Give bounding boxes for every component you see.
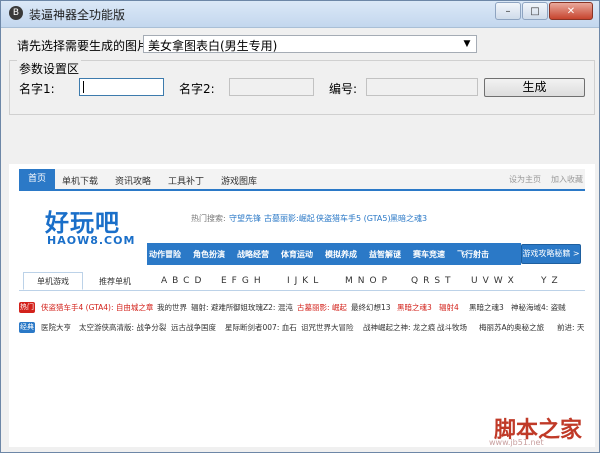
preview-category: 动作冒险 (149, 250, 181, 259)
preview-category: 角色扮演 (193, 250, 225, 259)
preview-letter-group: UVWX (471, 276, 519, 286)
preview-hot-link: 古墓丽影:崛起 (264, 214, 315, 223)
preview-tabs: 单机游戏 推荐单机 ABCD EFGH IJKL MNOP QRST UVWX … (19, 272, 585, 291)
text-caret (83, 81, 84, 93)
image-select[interactable]: 美女拿图表白(男生专用) ▼ (143, 35, 477, 53)
preview-game-link: 远古战争国度 (171, 323, 216, 332)
preview-nav-news: 资讯攻略 (115, 177, 152, 187)
preview-hot-link: 黑暗之魂3 (390, 214, 428, 223)
preview-game-link: 前进: 天 (557, 323, 585, 332)
app-window: B 装逼神器全功能版 – □ ✕ 请先选择需要生成的图片: 美女拿图表白(男生专… (0, 0, 600, 453)
preview-tab-recommend: 推荐单机 (99, 277, 131, 286)
preview-letter-group: EFGH (221, 276, 266, 286)
maximize-icon[interactable]: □ (522, 2, 548, 20)
window-controls: – □ ✕ (494, 2, 593, 20)
name1-field[interactable] (79, 78, 164, 96)
preview-logo: 好玩吧 (45, 209, 120, 237)
preview-navbar: 首页 单机下载 资讯攻略 工具补丁 游戏图库 设为主页 加入收藏 (19, 169, 585, 191)
close-icon[interactable]: ✕ (549, 2, 593, 20)
preview-game-link: 诅咒世界大冒险 (301, 323, 354, 332)
preview-letter-group: YZ (541, 276, 563, 286)
preview-category: 体育运动 (281, 250, 313, 259)
preview-letter-group: MNOP (345, 276, 393, 286)
app-icon: B (9, 6, 23, 20)
preview-game-link: 星际断剑者007: 血石 (225, 323, 297, 332)
preview-game-link: 战斗牧场 (437, 323, 467, 332)
preview-category: 战略经营 (237, 250, 269, 259)
name2-label: 名字2: (179, 82, 215, 96)
preview-hot-link: 守望先锋 (229, 214, 261, 223)
preview-game-link: 辐射: 避难所 (191, 303, 234, 312)
preview-hot-row: 热门 侠盗猎车手4 (GTA4): 自由城之章 我的世界 辐射: 避难所 御姐玫… (19, 301, 585, 315)
preview-category: 飞行射击 (457, 250, 489, 259)
preview-nav-home: 首页 (19, 169, 55, 189)
window-title: 装逼神器全功能版 (29, 8, 126, 22)
preview-logo-sub: HAOW8.COM (47, 234, 136, 247)
minimize-icon[interactable]: – (495, 2, 521, 20)
preview-game-link: 梅丽苏A的奥秘之旅 (479, 323, 545, 332)
name2-field[interactable] (229, 78, 314, 96)
preview-classic-row: 经典 医院大亨 太空游侠高清版: 战争分裂 远古战争国度 星际断剑者007: 血… (19, 321, 585, 335)
preview-nav-homepage: 设为主页 (509, 175, 541, 184)
preview-game-link: 御姐玫瑰Z2: 混沌 (233, 303, 293, 312)
number-label: 编号: (329, 82, 358, 96)
preview-game-link: 我的世界 (157, 303, 187, 312)
preview-category: 模拟养成 (325, 250, 357, 259)
watermark-url: www.jb51.net (489, 438, 544, 447)
preview-game-link: 侠盗猎车手4 (GTA4): 自由城之章 (41, 303, 154, 312)
preview-hot-badge: 热门 (19, 302, 35, 313)
preview-nav-download: 单机下载 (62, 177, 99, 187)
preview-nav-tools: 工具补丁 (168, 177, 205, 187)
preview-game-link: 黑暗之魂3 (397, 303, 432, 312)
preview-nav-gallery: 游戏图库 (221, 177, 258, 187)
preview-tab-single: 单机游戏 (23, 272, 83, 290)
preview-game-link: 战神崛起之神: 龙之痕 (363, 323, 436, 332)
preview-game-link: 医院大亨 (41, 323, 71, 332)
preview-game-link: 最终幻想13 (351, 303, 391, 312)
preview-letter-group: QRST (411, 276, 456, 286)
title-bar: B 装逼神器全功能版 – □ ✕ (1, 1, 599, 28)
preview-image: 首页 单机下载 资讯攻略 工具补丁 游戏图库 设为主页 加入收藏 好玩吧 HAO… (9, 164, 595, 447)
generate-button[interactable]: 生成 (484, 78, 585, 97)
param-group-title: 参数设置区 (17, 60, 82, 77)
image-select-value: 美女拿图表白(男生专用) (148, 39, 278, 53)
preview-game-link: 神秘海域4: 盗贼 (511, 303, 566, 312)
preview-game-link: 辐射4 (439, 303, 459, 312)
preview-guide-button: 游戏攻略秘籍 > (521, 244, 581, 264)
chevron-down-icon[interactable]: ▼ (460, 37, 474, 51)
preview-category: 益智解谜 (369, 250, 401, 259)
preview-category: 赛车竞速 (413, 250, 445, 259)
preview-classic-badge: 经典 (19, 322, 35, 333)
preview-hot-link: 侠盗猎车手5 (GTA5) (316, 214, 391, 223)
name1-label: 名字1: (19, 82, 55, 96)
preview-letter-group: ABCD (161, 276, 207, 286)
preview-game-link: 黑暗之魂3 (469, 303, 504, 312)
image-select-label: 请先选择需要生成的图片: (17, 39, 154, 53)
preview-nav-favorite: 加入收藏 (551, 175, 583, 184)
preview-category-bar: 动作冒险 角色扮演 战略经营 体育运动 模拟养成 益智解谜 赛车竞速 飞行射击 (147, 243, 521, 265)
preview-hot-label: 热门搜索: (191, 214, 226, 223)
preview-letter-group: IJKL (287, 276, 324, 286)
preview-game-link: 太空游侠高清版: 战争分裂 (79, 323, 167, 332)
number-field[interactable] (366, 78, 478, 96)
preview-game-link: 古墓丽影: 崛起 (297, 303, 347, 312)
